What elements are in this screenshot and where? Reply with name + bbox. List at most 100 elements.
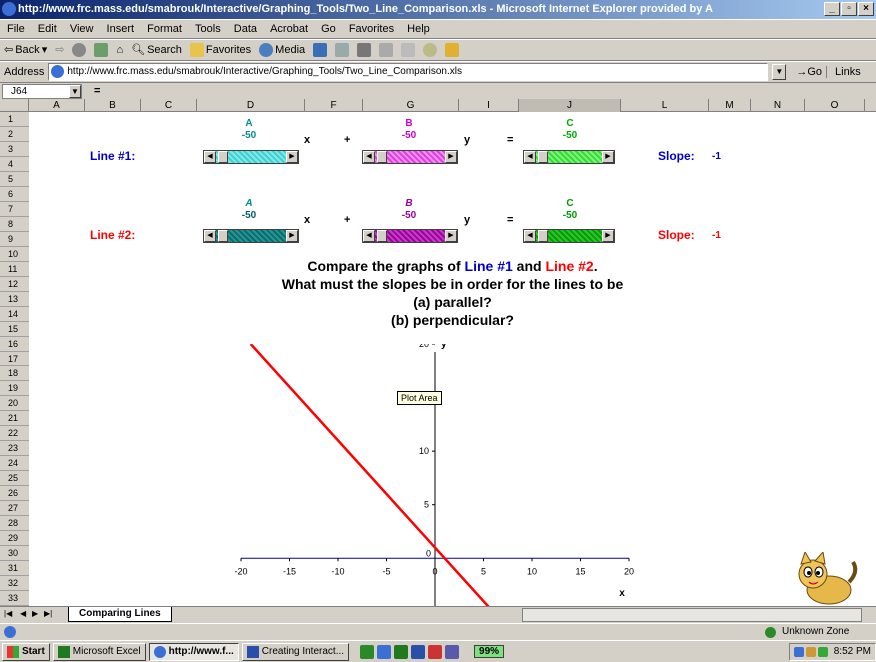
menu-format[interactable]: Format [142, 23, 187, 35]
row-header[interactable]: 6 [0, 187, 29, 202]
favorites-button[interactable]: Favorites [189, 40, 251, 60]
row-header[interactable]: 29 [0, 531, 29, 547]
row-header[interactable]: 23 [0, 441, 29, 457]
horizontal-scrollbar[interactable] [522, 608, 862, 622]
column-header[interactable]: O [805, 99, 865, 112]
close-button[interactable]: × [858, 2, 874, 16]
column-header[interactable]: D [197, 99, 305, 112]
slider-thumb[interactable] [218, 151, 228, 163]
name-box[interactable]: J64 ▼ [2, 83, 82, 99]
slider-thumb[interactable] [538, 151, 548, 163]
right-arrow-icon[interactable]: ▶ [602, 230, 614, 242]
row-header[interactable]: 11 [0, 262, 29, 277]
go-button[interactable]: →Go [790, 66, 822, 78]
messenger-button[interactable] [423, 43, 438, 57]
quicklaunch-icon[interactable] [411, 644, 426, 659]
column-header[interactable]: L [621, 99, 709, 112]
quicklaunch-icon[interactable] [360, 644, 375, 659]
row-header[interactable]: 1 [0, 112, 29, 127]
column-header[interactable]: B [85, 99, 141, 112]
quicklaunch-icon[interactable] [394, 644, 409, 659]
quicklaunch-icon[interactable] [445, 644, 460, 659]
line2-c-slider[interactable]: ◀ ▶ [523, 229, 615, 243]
search-button[interactable]: 🔍︎ Search [131, 40, 182, 60]
left-arrow-icon[interactable]: ◀ [363, 151, 375, 163]
line1-b-slider[interactable]: ◀ ▶ [362, 150, 458, 164]
tray-icon[interactable] [793, 646, 804, 657]
row-header[interactable]: 13 [0, 292, 29, 307]
row-header[interactable]: 21 [0, 411, 29, 427]
task-word[interactable]: Creating Interact... [241, 642, 350, 661]
right-arrow-icon[interactable]: ▶ [286, 230, 298, 242]
left-arrow-icon[interactable]: ◀ [363, 230, 375, 242]
line2-b-slider[interactable]: ◀ ▶ [362, 229, 458, 243]
tray-icon[interactable] [805, 646, 816, 657]
task-ie[interactable]: http://www.f... [148, 642, 239, 661]
slider-thumb[interactable] [218, 230, 228, 242]
row-header[interactable]: 22 [0, 426, 29, 442]
line1-c-slider[interactable]: ◀ ▶ [523, 150, 615, 164]
next-sheet-icon[interactable]: ▶ [32, 609, 38, 618]
row-header[interactable]: 32 [0, 576, 29, 592]
name-box-dropdown[interactable]: ▼ [69, 84, 81, 98]
row-header[interactable]: 24 [0, 456, 29, 472]
column-header[interactable]: A [29, 99, 85, 112]
media-button[interactable]: Media [259, 40, 305, 60]
start-button[interactable]: Start [2, 642, 50, 661]
menu-help[interactable]: Help [402, 23, 435, 35]
column-header[interactable]: N [751, 99, 805, 112]
row-header[interactable]: 9 [0, 232, 29, 247]
slider-thumb[interactable] [377, 151, 387, 163]
menu-favorites[interactable]: Favorites [344, 23, 399, 35]
menu-go[interactable]: Go [316, 23, 341, 35]
row-header[interactable]: 18 [0, 366, 29, 382]
row-header[interactable]: 19 [0, 381, 29, 397]
row-header[interactable]: 25 [0, 471, 29, 487]
row-header[interactable]: 7 [0, 202, 29, 217]
column-header[interactable]: I [459, 99, 519, 112]
home-button[interactable]: ⌂ [116, 40, 123, 60]
row-header[interactable]: 12 [0, 277, 29, 292]
row-header[interactable]: 27 [0, 501, 29, 517]
print-button[interactable] [357, 43, 372, 57]
left-arrow-icon[interactable]: ◀ [524, 151, 536, 163]
column-header[interactable]: J [519, 99, 621, 112]
row-header[interactable]: 4 [0, 157, 29, 172]
slider-thumb[interactable] [377, 230, 387, 242]
first-sheet-icon[interactable]: |◀ [4, 609, 12, 618]
menu-file[interactable]: File [2, 23, 30, 35]
row-header[interactable]: 17 [0, 352, 29, 367]
links-button[interactable]: Links [826, 66, 861, 78]
discuss-button[interactable] [401, 43, 416, 57]
tray-icon[interactable] [817, 646, 828, 657]
line1-a-slider[interactable]: ◀ ▶ [203, 150, 299, 164]
right-arrow-icon[interactable]: ▶ [602, 151, 614, 163]
menu-tools[interactable]: Tools [190, 23, 226, 35]
minimize-button[interactable]: _ [824, 2, 840, 16]
left-arrow-icon[interactable]: ◀ [204, 151, 216, 163]
line-chart[interactable]: -20-15-10-505101520-505101520yx [209, 344, 649, 606]
maximize-button[interactable]: ▫ [841, 2, 857, 16]
row-header[interactable]: 14 [0, 307, 29, 322]
tool-button[interactable] [445, 43, 460, 57]
back-button[interactable]: ⇦ Back ▾ [4, 40, 47, 60]
left-arrow-icon[interactable]: ◀ [204, 230, 216, 242]
column-header[interactable]: G [363, 99, 459, 112]
history-button[interactable] [313, 43, 328, 57]
quicklaunch-icon[interactable] [428, 644, 443, 659]
row-header[interactable]: 28 [0, 516, 29, 532]
edit-button[interactable] [379, 43, 394, 57]
last-sheet-icon[interactable]: ▶| [44, 609, 52, 618]
quicklaunch-icon[interactable] [377, 644, 392, 659]
row-header[interactable]: 30 [0, 546, 29, 562]
prev-sheet-icon[interactable]: ◀ [20, 609, 26, 618]
row-header[interactable]: 8 [0, 217, 29, 232]
menu-acrobat[interactable]: Acrobat [265, 23, 313, 35]
task-excel[interactable]: Microsoft Excel [52, 642, 146, 661]
column-header[interactable]: C [141, 99, 197, 112]
row-header[interactable]: 26 [0, 486, 29, 502]
mail-button[interactable] [335, 43, 350, 57]
right-arrow-icon[interactable]: ▶ [286, 151, 298, 163]
slider-thumb[interactable] [538, 230, 548, 242]
menu-data[interactable]: Data [229, 23, 262, 35]
